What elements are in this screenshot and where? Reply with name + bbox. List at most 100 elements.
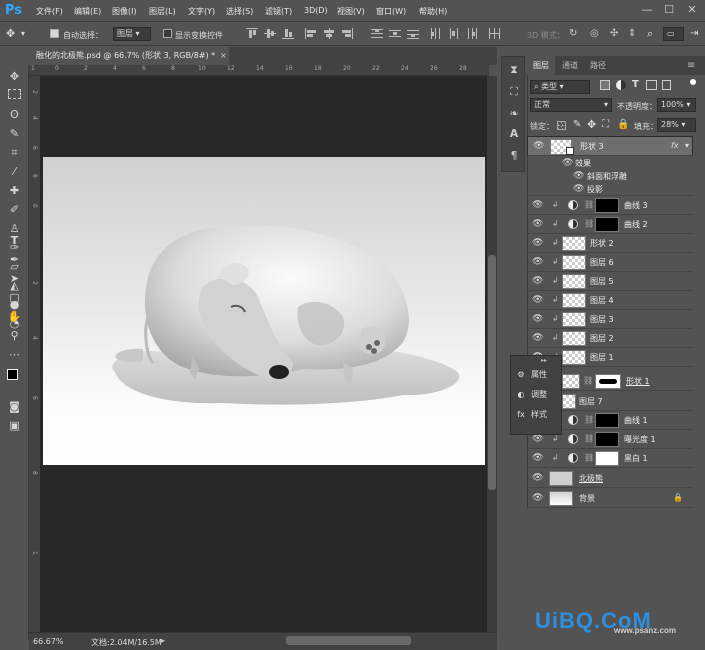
menu-file[interactable]: 文件(F) <box>36 6 63 17</box>
distribute-hcenter-icon[interactable] <box>448 28 460 39</box>
visibility-eye-icon[interactable]: 👁 <box>532 493 543 503</box>
visibility-eye-icon[interactable]: 👁 <box>532 257 543 267</box>
layer-name[interactable]: 图层 7 <box>579 396 603 407</box>
expand-effects-chevron-icon[interactable]: ▾ <box>685 140 689 152</box>
auto-select-target-dropdown[interactable]: 图层 ▾ <box>113 27 151 41</box>
visibility-eye-icon[interactable]: 👁 <box>532 238 543 248</box>
visibility-eye-icon[interactable]: 👁 <box>532 434 543 444</box>
tab-paths[interactable]: 路径 <box>590 60 606 71</box>
rectangle-tool-icon[interactable]: ▢ <box>7 290 22 305</box>
tab-channels[interactable]: 通道 <box>562 60 578 71</box>
layer-name[interactable]: 形状 1 <box>626 376 650 387</box>
menu-edit[interactable]: 编辑(E) <box>74 6 101 17</box>
layer-name[interactable]: 曝光度 1 <box>624 434 656 445</box>
eyedropper-tool-icon[interactable]: ⁄ <box>7 164 22 179</box>
vertical-scroll-thumb[interactable] <box>488 255 496 490</box>
fill-field[interactable]: 28% ▾ <box>657 118 696 132</box>
pan-3d-icon[interactable]: ✣ <box>610 28 618 39</box>
layer-name[interactable]: 图层 2 <box>590 333 614 344</box>
layer-effects-badge[interactable]: fx <box>671 140 679 152</box>
move-tool-icon[interactable]: ✥ <box>7 69 22 84</box>
visibility-eye-icon[interactable]: 👁 <box>573 184 584 194</box>
lock-transparent-icon[interactable] <box>557 121 566 130</box>
layer-effect-bevel[interactable]: 👁 斜面和浮雕 <box>527 169 693 183</box>
document-tab[interactable]: 融化的北极熊.psd @ 66.7% (形状 3, RGB/8#) * <box>29 47 229 65</box>
horizontal-scroll-thumb[interactable] <box>286 636 411 645</box>
lock-pixels-icon[interactable]: ✎ <box>573 119 581 130</box>
distribute-top-icon[interactable] <box>371 28 383 39</box>
layer-row[interactable]: 👁 ↲ ⛓ 曲线 3 <box>527 196 693 215</box>
move-tool-icon[interactable]: ✥ <box>6 27 15 40</box>
path-select-tool-icon[interactable]: ➤ <box>7 271 22 286</box>
visibility-eye-icon[interactable]: 👁 <box>532 200 543 210</box>
layer-name[interactable]: 北极熊 <box>579 473 603 484</box>
paragraph-panel-icon[interactable]: ¶ <box>507 149 521 163</box>
layer-row[interactable]: 👁 ↲ ⛓ 曲线 2 <box>527 215 693 234</box>
layer-name[interactable]: 曲线 1 <box>624 415 648 426</box>
workspace-dropdown[interactable]: ▭ <box>663 27 684 41</box>
more-tools-icon[interactable]: ⋯ <box>7 347 22 362</box>
pen-tool-icon[interactable]: ✒ <box>7 252 22 267</box>
actions-panel-icon[interactable]: ⛶ <box>507 85 521 99</box>
lock-artboard-icon[interactable]: ⛶ <box>602 119 609 130</box>
menu-filter[interactable]: 滤镜(T) <box>265 6 292 17</box>
layer-name[interactable]: 图层 4 <box>590 295 614 306</box>
visibility-eye-icon[interactable]: 👁 <box>532 333 543 343</box>
layer-name[interactable]: 图层 6 <box>590 257 614 268</box>
filter-shape-icon[interactable] <box>646 80 657 90</box>
tab-layers[interactable]: 图层 <box>527 56 555 75</box>
visibility-eye-icon[interactable]: 👁 <box>562 158 573 168</box>
layer-row[interactable]: 👁 背景 🔒 <box>527 489 693 508</box>
adjustments-panel-button[interactable]: ◐ 调整 <box>515 387 548 403</box>
layer-name[interactable]: 形状 3 <box>580 141 604 153</box>
type-tool-icon[interactable]: T <box>7 233 22 248</box>
visibility-eye-icon[interactable]: 👁 <box>532 219 543 229</box>
align-vcenter-icon[interactable] <box>264 28 276 39</box>
filter-toggle-icon[interactable] <box>690 79 696 85</box>
menu-window[interactable]: 窗口(W) <box>376 6 406 17</box>
align-right-icon[interactable] <box>341 28 353 39</box>
history-panel-icon[interactable]: ⧗ <box>507 63 521 77</box>
align-left-icon[interactable] <box>305 28 317 39</box>
align-hcenter-icon[interactable] <box>323 28 335 39</box>
layer-row[interactable]: 👁 ↲ 图层 6 <box>527 253 693 272</box>
share-icon[interactable]: ⇥ <box>690 28 698 39</box>
layer-row[interactable]: 👁 ↲ 形状 2 <box>527 234 693 253</box>
layer-name[interactable]: 图层 3 <box>590 314 614 325</box>
healing-brush-tool-icon[interactable]: ✚ <box>7 183 22 198</box>
layer-name[interactable]: 图层 5 <box>590 276 614 287</box>
visibility-eye-icon[interactable]: 👁 <box>532 473 543 483</box>
lock-position-icon[interactable]: ✥ <box>587 118 596 131</box>
visibility-eye-icon[interactable]: 👁 <box>532 295 543 305</box>
layer-effect-drop-shadow[interactable]: 👁 投影 <box>527 182 693 196</box>
menu-3d[interactable]: 3D(D) <box>304 6 328 15</box>
panel-menu-icon[interactable]: ≡ <box>687 60 695 71</box>
brush-settings-icon[interactable]: ❧ <box>507 107 521 121</box>
quick-select-tool-icon[interactable]: ✎ <box>7 126 22 141</box>
maximize-button[interactable]: ☐ <box>660 2 678 19</box>
filter-type-icon[interactable]: T <box>632 79 639 90</box>
distribute-right-icon[interactable] <box>466 28 478 39</box>
auto-select-checkbox[interactable] <box>50 29 59 38</box>
layer-name[interactable]: 曲线 3 <box>624 200 648 211</box>
zoom-tool-icon[interactable]: ⚲ <box>7 328 22 343</box>
layer-row[interactable]: 👁 ↲ 图层 5 <box>527 272 693 291</box>
filter-pixel-icon[interactable] <box>600 80 610 90</box>
visibility-eye-icon[interactable]: 👁 <box>573 171 584 181</box>
menu-layer[interactable]: 图层(L) <box>149 6 176 17</box>
layer-effects-row[interactable]: 👁 效果 <box>527 156 693 170</box>
marquee-tool-icon[interactable] <box>8 89 21 99</box>
tool-preset-chevron-icon[interactable]: ▾ <box>21 29 25 38</box>
brush-tool-icon[interactable]: ✐ <box>7 202 22 217</box>
distribute-vcenter-icon[interactable] <box>389 28 401 39</box>
distribute-left-icon[interactable] <box>430 28 442 39</box>
menu-view[interactable]: 视图(V) <box>337 6 365 17</box>
layer-name[interactable]: 形状 2 <box>590 238 614 249</box>
auto-align-icon[interactable] <box>489 28 501 39</box>
visibility-eye-icon[interactable]: 👁 <box>533 141 544 151</box>
roll-3d-icon[interactable]: ◎ <box>590 28 599 39</box>
collapse-panel-icon[interactable]: ▸▸ <box>541 357 547 364</box>
slide-3d-icon[interactable]: ⇕ <box>628 28 636 39</box>
properties-panel-button[interactable]: ⚙ 属性 <box>515 367 547 383</box>
zoom-level[interactable]: 66.67% <box>33 637 64 646</box>
